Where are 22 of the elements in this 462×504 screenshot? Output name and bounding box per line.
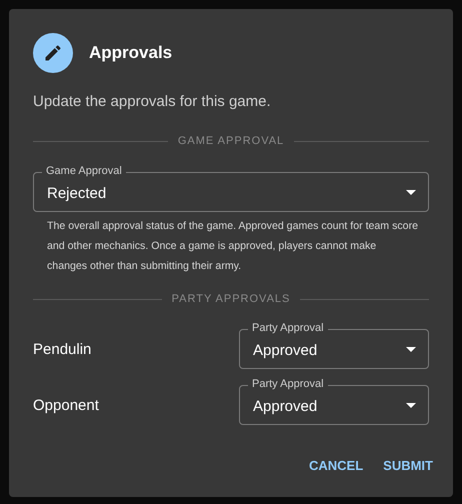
caret-icon (406, 402, 416, 408)
section-heading: PARTY APPROVALS (172, 293, 290, 305)
select-field[interactable]: Party Approval Approved (239, 321, 429, 369)
select-value: Approved (253, 398, 318, 415)
description-text: Update the approvals for this game. (33, 93, 272, 110)
caret-icon (406, 190, 416, 194)
submit-button[interactable]: SUBMIT (379, 454, 437, 477)
select-value: Rejected (47, 185, 108, 202)
dialog-title: Approvals (89, 43, 172, 63)
select-field[interactable]: Party Approval Approved (239, 377, 429, 425)
field-label: Game Approval (42, 164, 126, 179)
select-value: Approved (253, 342, 318, 359)
field-label: Party Approval (248, 377, 328, 392)
select-field[interactable]: Game Approval Rejected (33, 164, 429, 212)
section-heading: GAME APPROVAL (178, 135, 284, 147)
helper-text: The overall approval status of the game. Approved games count for team score and other mechanics. Once a game is approved, players cannot make changes other than submitting their army. (47, 219, 419, 274)
pencil-icon (33, 33, 73, 73)
party-name: Pendulin (33, 340, 92, 358)
party-name: Opponent (33, 396, 99, 414)
caret-icon (406, 346, 416, 352)
field-label: Party Approval (248, 321, 328, 336)
cancel-button[interactable]: CANCEL (304, 454, 368, 477)
